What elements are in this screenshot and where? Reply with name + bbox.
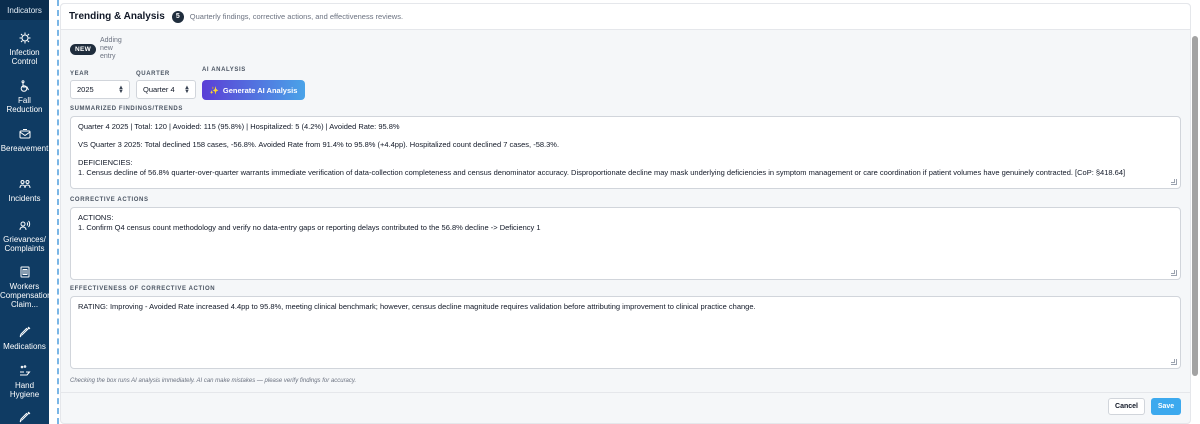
- ai-button-label: Generate AI Analysis: [222, 85, 298, 95]
- footer-divider: [61, 392, 1190, 393]
- corrective-line: ACTIONS:: [78, 213, 114, 222]
- drag-divider: [57, 0, 59, 424]
- syringe-icon: [19, 411, 30, 423]
- findings-line: Quarter 4 2025 | Total: 120 | Avoided: 1…: [78, 122, 400, 131]
- year-label: YEAR: [70, 71, 90, 77]
- resize-grip-icon[interactable]: [1171, 179, 1177, 185]
- findings-line: DEFICIENCIES:: [78, 158, 133, 167]
- sidebar-item-label: Workers Compensation Claim...: [0, 282, 52, 309]
- syringe-icon: [19, 326, 30, 338]
- save-button[interactable]: Save: [1151, 398, 1181, 415]
- new-badge: NEW: [70, 44, 97, 55]
- sidebar-item-label: Incidents: [8, 194, 41, 203]
- sidebar-item-label: Bereavement: [0, 144, 49, 153]
- resize-grip-icon[interactable]: [1171, 359, 1177, 365]
- year-select[interactable]: 2025 ▲ ▼: [70, 80, 130, 99]
- effectiveness-textarea[interactable]: RATING: Improving - Avoided Rate increas…: [70, 296, 1181, 369]
- sidebar-item-label: Hand Hygiene: [9, 381, 40, 399]
- generate-ai-analysis-button[interactable]: ✨ Generate AI Analysis: [202, 80, 305, 100]
- page-subtitle: Quarterly findings, corrective actions, …: [189, 12, 404, 21]
- sidebar-item-grievances[interactable]: Grievances/ Complaints: [0, 219, 49, 253]
- sidebar-item-label: Grievances/ Complaints: [3, 235, 46, 253]
- sidebar-item-medications[interactable]: Medications: [0, 326, 49, 351]
- year-select-value: 2025: [77, 85, 94, 94]
- findings-label: SUMMARIZED FINDINGS/TRENDS: [70, 106, 183, 112]
- scrollbar-thumb[interactable]: [1192, 36, 1198, 376]
- hand-wash-icon: [19, 365, 31, 376]
- page-title: Trending & Analysis: [69, 11, 165, 22]
- speaker-icon: [19, 220, 30, 231]
- resize-grip-icon[interactable]: [1171, 270, 1177, 276]
- findings-line: 1. Census decline of 56.8% quarter-over-…: [78, 168, 1126, 177]
- virus-icon: [19, 32, 30, 44]
- sidebar-item-hand-hygiene[interactable]: Hand Hygiene: [0, 365, 49, 399]
- findings-textarea[interactable]: Quarter 4 2025 | Total: 120 | Avoided: 1…: [70, 116, 1181, 189]
- sparkle-icon: ✨: [209, 85, 219, 95]
- select-arrows-icon: ▲ ▼: [118, 85, 124, 95]
- quarter-select[interactable]: Quarter 4 ▲ ▼: [136, 80, 196, 99]
- ai-disclaimer: Checking the box runs AI analysis immedi…: [70, 378, 357, 384]
- sidebar-item-label: Fall Reduction: [6, 96, 43, 114]
- ai-analysis-label: AI ANALYSIS: [202, 67, 246, 73]
- wheelchair-icon: [20, 80, 29, 92]
- effectiveness-line: RATING: Improving - Avoided Rate increas…: [78, 302, 756, 311]
- effectiveness-label: EFFECTIVENESS OF CORRECTIVE ACTION: [70, 286, 216, 292]
- clipboard-icon: [20, 266, 29, 278]
- new-entry-text: Adding new entry: [100, 37, 122, 60]
- sidebar-item-label: Medications: [3, 342, 46, 351]
- sidebar-item-label: Infection Control: [9, 48, 40, 66]
- people-icon: [19, 180, 30, 189]
- cancel-button[interactable]: Cancel: [1108, 398, 1145, 415]
- envelope-icon: [19, 129, 30, 139]
- app-root: Indicators Infection Control Fall Reduct…: [0, 0, 1200, 424]
- trending-analysis-panel: Trending & Analysis 5 Quarterly findings…: [60, 3, 1191, 424]
- sidebar-item-bereavement[interactable]: Bereavement: [0, 128, 49, 153]
- corrective-line: 1. Confirm Q4 census count methodology a…: [78, 223, 541, 232]
- corrective-actions-label: CORRECTIVE ACTIONS: [70, 197, 149, 203]
- findings-line: VS Quarter 3 2025: Total declined 158 ca…: [78, 140, 560, 149]
- sidebar-item-infection-control[interactable]: Infection Control: [0, 32, 49, 66]
- count-badge: 5: [171, 10, 184, 23]
- panel-header: Trending & Analysis 5 Quarterly findings…: [61, 4, 1190, 30]
- quarter-select-value: Quarter 4: [143, 85, 175, 94]
- sidebar: Indicators Infection Control Fall Reduct…: [0, 0, 52, 424]
- select-arrows-icon: ▲ ▼: [184, 85, 190, 95]
- sidebar-top-label[interactable]: Indicators: [0, 0, 49, 20]
- corrective-actions-textarea[interactable]: ACTIONS: 1. Confirm Q4 census count meth…: [70, 207, 1181, 280]
- sidebar-item-incidents[interactable]: Incidents: [0, 178, 49, 203]
- sidebar-item-more[interactable]: [0, 411, 49, 424]
- sidebar-item-workers-compensation[interactable]: Workers Compensation Claim...: [0, 266, 52, 309]
- sidebar-item-fall-reduction[interactable]: Fall Reduction: [0, 80, 49, 114]
- quarter-label: QUARTER: [136, 71, 170, 77]
